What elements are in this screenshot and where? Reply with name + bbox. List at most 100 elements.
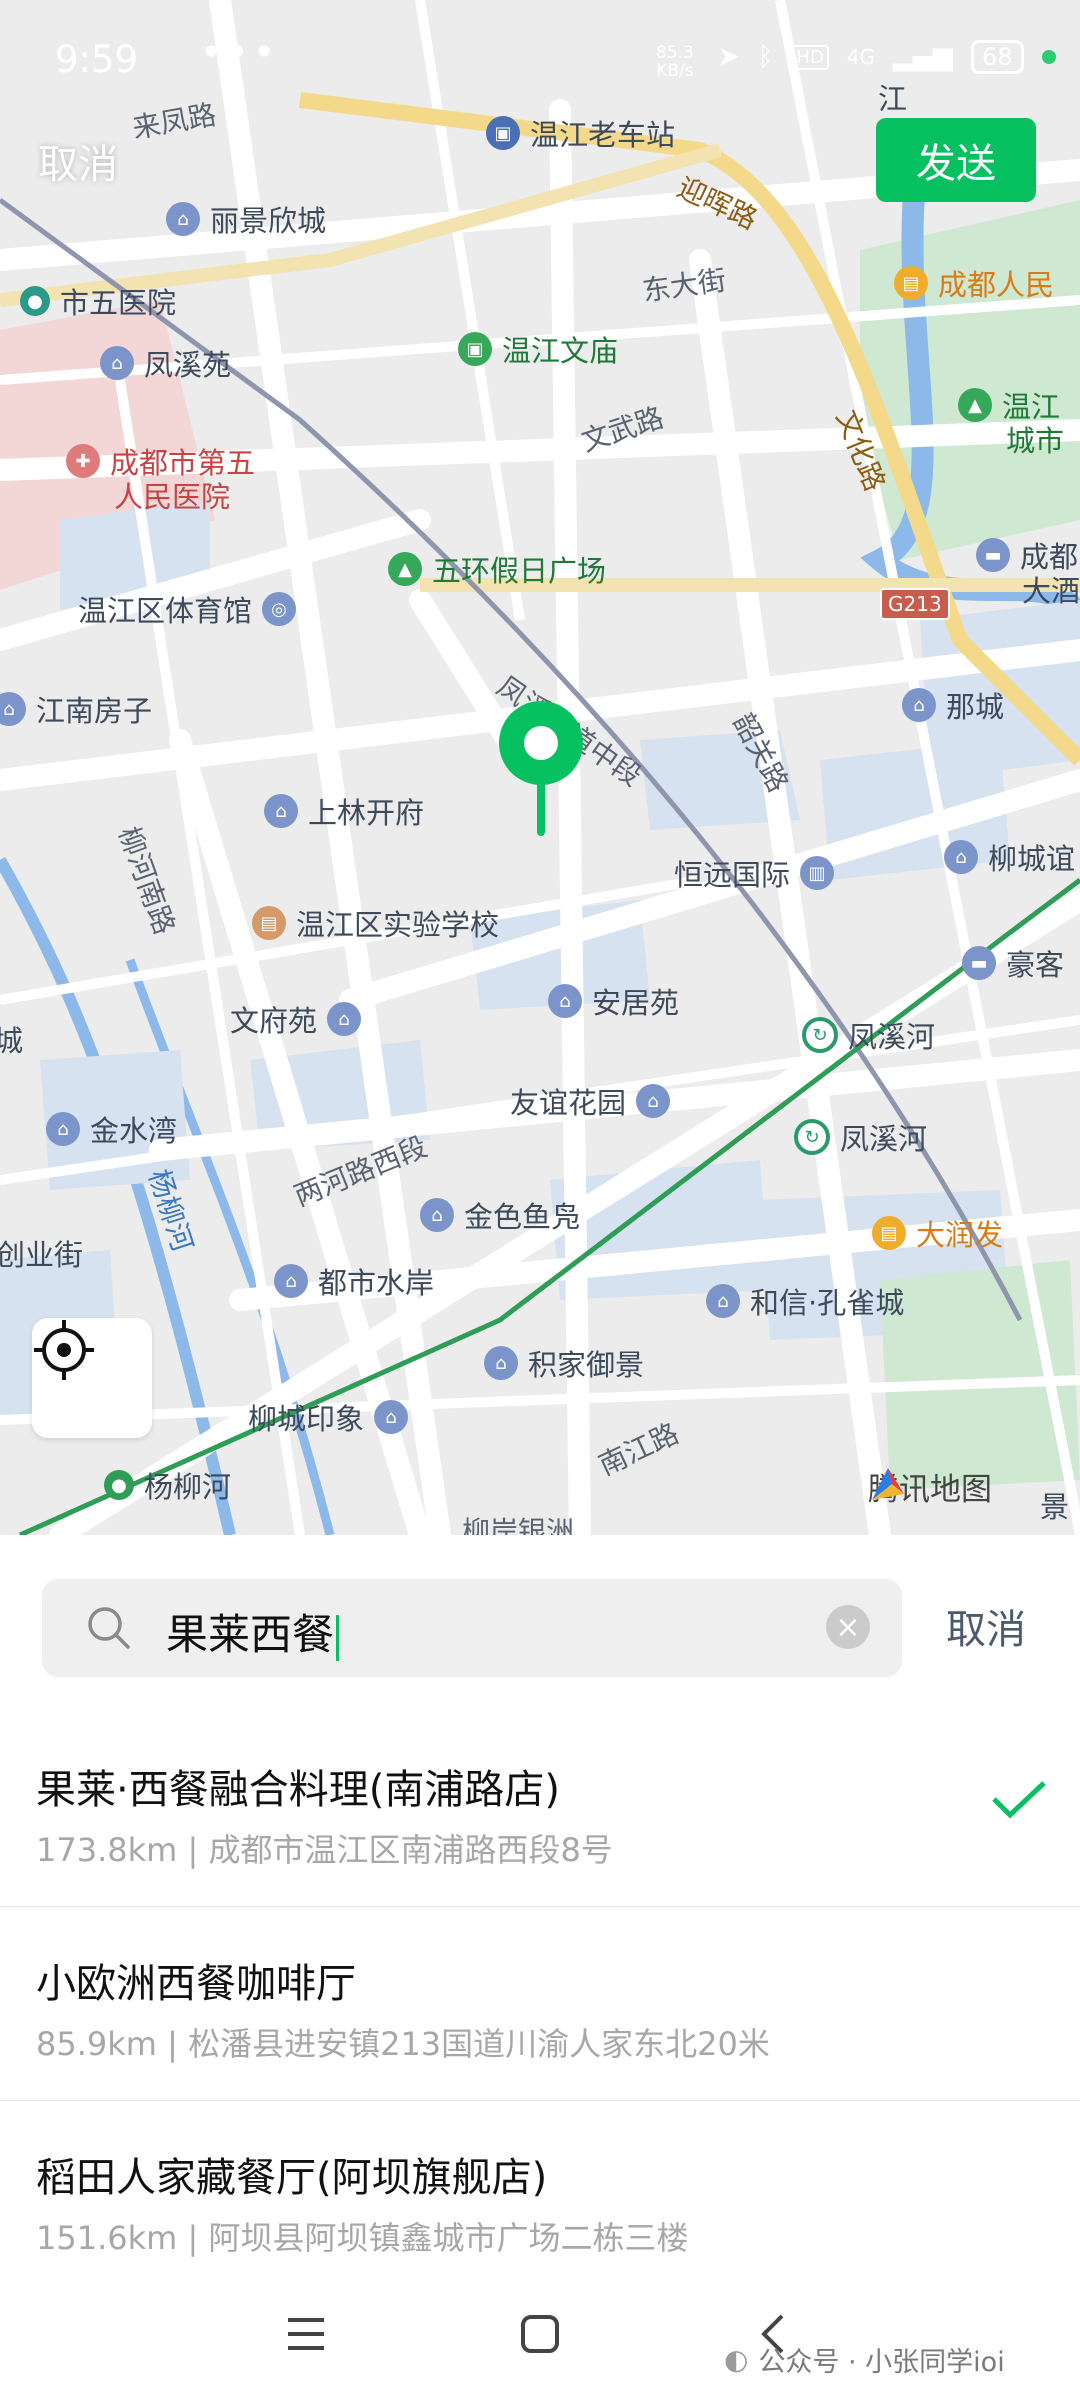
poi-edge-jing: 景 — [1040, 1484, 1069, 1526]
home-icon: ⌂ — [327, 1002, 362, 1036]
text-caret — [336, 1614, 340, 1661]
poi-jinshui-wan[interactable]: ⌂ 金水湾 — [46, 1108, 177, 1150]
poi-liucheng-yinxiang[interactable]: ⌂ 柳城印象 — [248, 1396, 409, 1438]
poi-fengxi-yuan[interactable]: ⌂ 凤溪苑 — [100, 342, 231, 384]
status-more-dots: ••• — [200, 30, 280, 74]
poi-experimental-school[interactable]: ▤ 温江区实验学校 — [252, 902, 499, 944]
poi-label: 杨柳河 — [144, 1470, 232, 1504]
poi-edge-cheng: 城 — [0, 1018, 23, 1060]
search-sheet: 果莱西餐 × 取消 果莱·西餐融合料理(南浦路店) 173.8km | 成都市温… — [0, 1535, 1080, 2400]
poi-fengxihe-station-2[interactable]: ↻ 凤溪河 — [794, 1116, 927, 1158]
poi-label: 城 — [0, 1024, 24, 1058]
home-icon: ⌂ — [902, 688, 936, 722]
poi-lijing-xincheng[interactable]: ⌂ 丽景欣城 — [166, 198, 326, 240]
poi-youyi-garden[interactable]: ⌂ 友谊花园 — [510, 1080, 671, 1122]
poi-hengyuan-intl[interactable]: ▥ 恒远国际 — [674, 852, 835, 894]
poi-label: 凤溪苑 — [144, 348, 232, 382]
watermark-text: 公众号 · 小张同学ioi — [758, 2347, 1005, 2378]
poi-wenjiang-wenmiao[interactable]: ▣ 温江文庙 — [458, 328, 618, 370]
tencent-map-icon — [872, 1468, 904, 1500]
poi-wenfu-yuan[interactable]: ⌂ 文府苑 — [230, 998, 362, 1040]
poi-label: 大润发 — [916, 1218, 1004, 1252]
poi-label: 温江文庙 — [502, 334, 619, 368]
search-icon — [88, 1607, 130, 1649]
poi-chengdu-renmin[interactable]: ▤ 成都人民 — [894, 262, 1054, 304]
poi-shanglin-kaifu[interactable]: ⌂ 上林开府 — [264, 790, 424, 832]
poi-jiangnan-fangzi[interactable]: ⌂ 江南房子 — [0, 688, 152, 730]
poi-label: 金水湾 — [90, 1114, 178, 1148]
bluetooth-icon: ᛒ — [757, 42, 774, 72]
status-network-speed: 85.3 KB/s — [656, 44, 694, 80]
poi-haoke[interactable]: ▬ 豪客 — [962, 942, 1064, 984]
shopping-icon: ▤ — [894, 266, 928, 300]
poi-yangliuhe-station[interactable]: ● 杨柳河 — [104, 1464, 231, 1506]
stadium-icon: ◎ — [262, 592, 297, 626]
status-time: 9:59 — [55, 38, 139, 81]
wechat-icon: ◐ — [724, 2343, 749, 2376]
metro-station-icon: ● — [104, 1470, 134, 1500]
home-icon: ⌂ — [166, 202, 200, 236]
home-nav-icon[interactable] — [518, 2312, 562, 2356]
home-icon: ⌂ — [420, 1198, 454, 1232]
poi-label: 江南房子 — [36, 694, 153, 728]
poi-fengxihe-station-1[interactable]: ↻ 凤溪河 — [802, 1014, 935, 1056]
result-address: 151.6km | 阿坝县阿坝镇鑫城市广场二栋三楼 — [36, 2219, 689, 2257]
poi-anju-yuan[interactable]: ⌂ 安居苑 — [548, 980, 679, 1022]
metro-station-icon: ↻ — [794, 1119, 830, 1155]
poi-darunfa[interactable]: ▤ 大润发 — [872, 1212, 1003, 1254]
poi-label: 友谊花园 — [510, 1086, 627, 1120]
poi-label: 凤溪河 — [840, 1122, 928, 1156]
home-icon: ⌂ — [548, 984, 582, 1018]
map-view[interactable]: 来凤路 迎晖路 东大街 文武路 文化路 凤溪大道中段 韶关路 柳河南路 两河路西… — [0, 0, 1080, 1535]
poi-nacheng[interactable]: ⌂ 那城 — [902, 684, 1004, 726]
result-address: 173.8km | 成都市温江区南浦路西段8号 — [36, 1831, 613, 1869]
cancel-search-button[interactable]: 取消 — [946, 1597, 1026, 1655]
park-icon: ▲ — [388, 552, 422, 586]
poi-wuhuan-plaza[interactable]: ▲ 五环假日广场 — [388, 548, 606, 590]
poi-wenjiang-city-line2: 城市 — [1006, 418, 1064, 460]
checkmark-icon — [992, 1781, 1046, 1819]
locate-me-button[interactable] — [32, 1318, 152, 1438]
poi-label: 成都人民 — [938, 268, 1055, 302]
poi-liucheng-yi[interactable]: ⌂ 柳城谊 — [944, 836, 1075, 878]
poi-label: 恒远国际 — [674, 858, 791, 892]
poi-chuangye-street[interactable]: 创业街 — [0, 1232, 83, 1274]
poi-label: 都市水岸 — [318, 1266, 435, 1300]
search-query: 果莱西餐 — [166, 1610, 335, 1659]
poi-dushi-shuian[interactable]: ⌂ 都市水岸 — [274, 1260, 434, 1302]
hotel-icon: ▬ — [962, 946, 996, 980]
home-icon: ⌂ — [636, 1084, 671, 1118]
status-icons: ➤ ᛒ HD 4G ▂▄▆ 68 — [718, 40, 1056, 74]
result-item-3[interactable]: 稻田人家藏餐厅(阿坝旗舰店) 151.6km | 阿坝县阿坝镇鑫城市广场二栋三楼 — [0, 2101, 1080, 2294]
poi-label: 凤溪河 — [848, 1020, 936, 1054]
poi-hexin-kongque[interactable]: ⌂ 和信·孔雀城 — [706, 1280, 904, 1322]
park-icon: ▲ — [958, 388, 992, 422]
clear-search-icon[interactable]: × — [826, 1605, 870, 1649]
poi-label: 柳城谊 — [988, 842, 1076, 876]
home-icon: ⌂ — [706, 1284, 740, 1318]
poi-sports-center[interactable]: ◎ 温江区体育馆 — [78, 588, 297, 630]
result-name: 稻田人家藏餐厅(阿坝旗舰店) — [36, 2155, 548, 2201]
result-name: 小欧洲西餐咖啡厅 — [36, 1961, 356, 2007]
send-button[interactable]: 发送 — [876, 118, 1036, 202]
poi-label: 温江区实验学校 — [296, 908, 500, 942]
poi-label: 那城 — [946, 690, 1005, 724]
poi-jinse-yufu[interactable]: ⌂ 金色鱼凫 — [420, 1194, 580, 1236]
hotel-icon: ▬ — [976, 538, 1010, 572]
bus-station-icon: ▣ — [486, 116, 520, 150]
cancel-button[interactable]: 取消 — [38, 132, 118, 190]
poi-jijia-yujing[interactable]: ⌂ 积家御景 — [484, 1342, 644, 1384]
home-icon: ⌂ — [944, 840, 978, 874]
search-input[interactable]: 果莱西餐 × — [42, 1579, 902, 1677]
home-icon: ⌂ — [46, 1112, 80, 1146]
signal-icon: ▂▄▆ — [893, 42, 954, 72]
poi-shiwu-hospital[interactable]: ● 市五医院 — [20, 280, 176, 322]
menu-nav-icon[interactable] — [284, 2312, 328, 2356]
result-address: 85.9km | 松潘县进安镇213国道川渝人家东北20米 — [36, 2025, 770, 2063]
metro-icon: ● — [20, 286, 50, 316]
home-icon: ⌂ — [0, 692, 26, 726]
result-item-1[interactable]: 果莱·西餐融合料理(南浦路店) 173.8km | 成都市温江区南浦路西段8号 — [0, 1713, 1080, 1907]
network-type: 4G — [846, 45, 876, 69]
result-item-2[interactable]: 小欧洲西餐咖啡厅 85.9km | 松潘县进安镇213国道川渝人家东北20米 — [0, 1907, 1080, 2101]
home-icon: ⌂ — [374, 1400, 409, 1434]
